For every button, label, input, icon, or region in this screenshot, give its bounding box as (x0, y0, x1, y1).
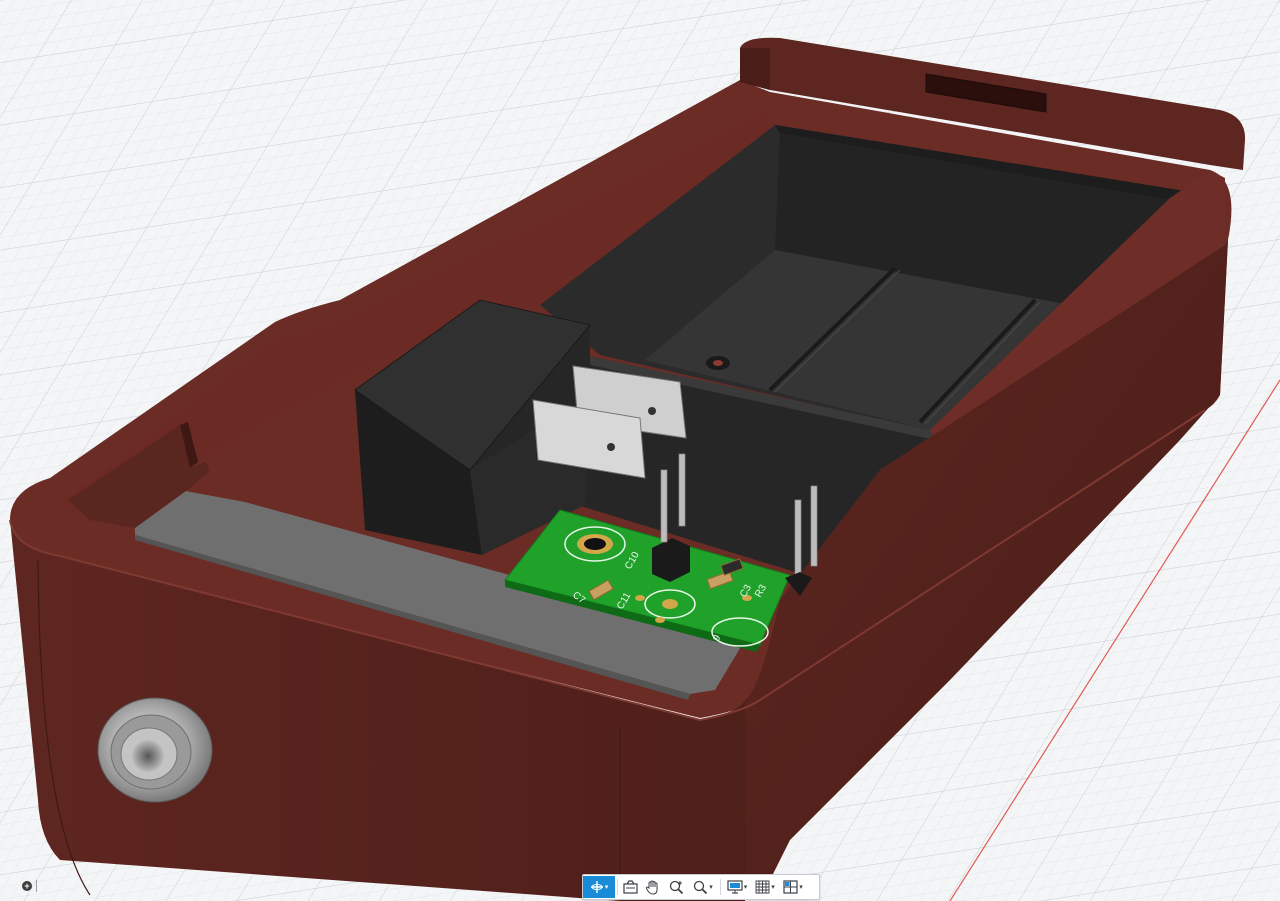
3d-viewport[interactable]: C7 C11 C10 C3 R3 9 (0, 0, 1280, 901)
hand-icon (645, 879, 657, 895)
bearing[interactable] (97, 697, 213, 803)
browser-toggle[interactable]: + (0, 874, 44, 898)
grid-caret[interactable]: ▾ (771, 884, 775, 891)
zoom-fit-icon (694, 880, 708, 894)
pan-button[interactable] (640, 876, 664, 898)
fit-caret[interactable]: ▾ (709, 884, 713, 891)
toolbar-separator (720, 879, 721, 895)
viewports-icon (783, 880, 798, 894)
orbit-button[interactable]: ▾ (583, 876, 615, 898)
plus-circle-icon[interactable]: + (22, 881, 32, 891)
viewports-button[interactable]: ▾ (779, 876, 807, 898)
fit-button[interactable]: ▾ (688, 876, 718, 898)
grid-snaps-button[interactable]: ▾ (751, 876, 779, 898)
zoom-icon (669, 880, 683, 894)
orbit-caret[interactable]: ▾ (605, 884, 609, 891)
viewports-caret[interactable]: ▾ (799, 884, 803, 891)
display-caret[interactable]: ▾ (744, 884, 748, 891)
navigation-toolbar: ▾ ▾ ▾ ▾ ▾ (582, 874, 820, 900)
divider (36, 880, 37, 892)
monitor-icon (727, 880, 743, 894)
look-at-button[interactable] (620, 876, 640, 898)
grid-icon (755, 880, 770, 894)
toolbar-separator (617, 879, 618, 895)
look-at-icon (622, 880, 638, 894)
display-settings-button[interactable]: ▾ (723, 876, 751, 898)
zoom-button[interactable] (664, 876, 688, 898)
orbit-icon (590, 881, 603, 893)
